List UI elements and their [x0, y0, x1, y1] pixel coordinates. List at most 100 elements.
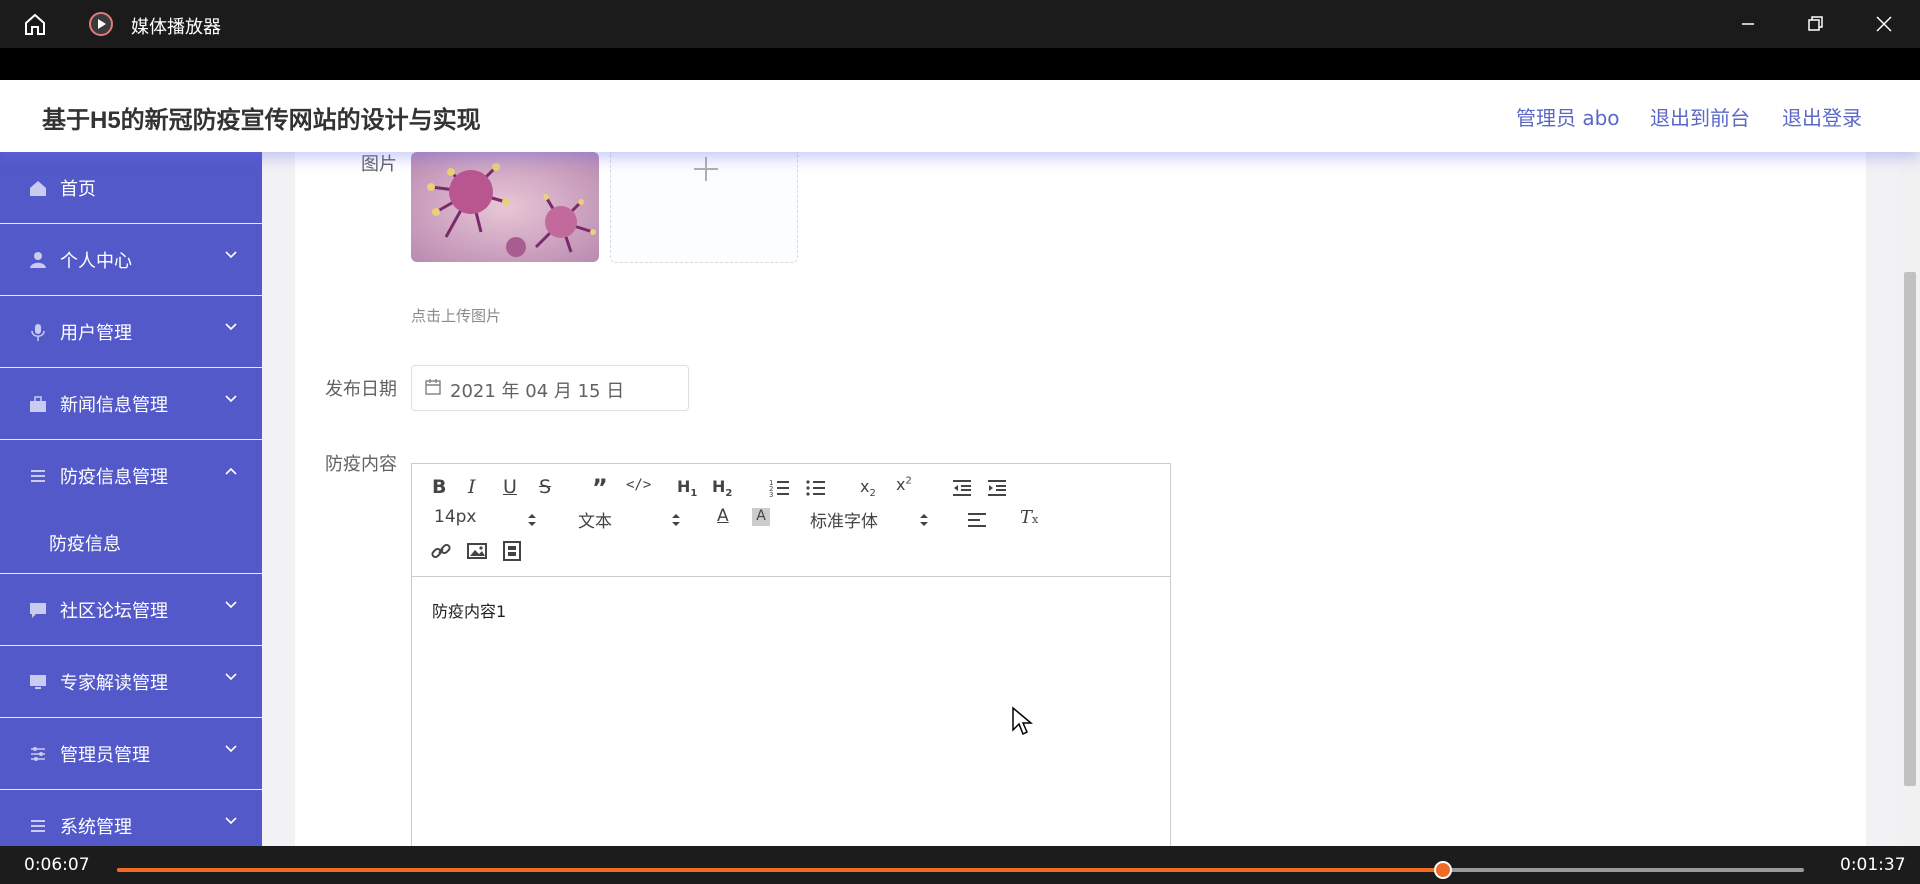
mic-icon [31, 324, 45, 341]
sidebar-item-users[interactable]: 用户管理 [0, 296, 262, 368]
sliders-icon [31, 747, 45, 761]
chevron-up-icon [225, 467, 237, 475]
plus-icon [694, 157, 718, 181]
chevron-down-icon [225, 251, 237, 259]
upload-hint: 点击上传图片 [411, 307, 502, 325]
sidebar-item-personal-center[interactable]: 个人中心 [0, 224, 262, 296]
seek-progress [117, 868, 1443, 872]
video-icon[interactable] [501, 540, 523, 562]
briefcase-icon [30, 396, 46, 412]
player-title-bar: 媒体播放器 [0, 0, 1920, 48]
select-arrows-icon [528, 514, 536, 526]
rich-text-editor[interactable]: B I U S ” </> H1 H2 123 x2 x2 14px 文本 A [411, 463, 1171, 846]
header-user-link[interactable]: 管理员 abo [1516, 102, 1620, 131]
chevron-down-icon [225, 601, 237, 609]
sidebar-item-forum[interactable]: 社区论坛管理 [0, 574, 262, 646]
font-family-select[interactable]: 标准字体 [810, 507, 878, 532]
sidebar-item-epidemic[interactable]: 防疫信息管理 防疫信息 [0, 440, 262, 574]
calendar-icon [425, 379, 441, 395]
ordered-list-icon[interactable]: 123 [769, 477, 791, 499]
person-icon [30, 252, 46, 268]
content-label: 防疫内容 [325, 454, 397, 475]
sidebar-item-home[interactable]: 首页 [0, 152, 262, 224]
video-screen: 基于H5的新冠防疫宣传网站的设计与实现 管理员 abo 退出到前台 退出登录 首… [0, 48, 1920, 846]
sidebar-item-admins[interactable]: 管理员管理 [0, 718, 262, 790]
sidebar-item-expert[interactable]: 专家解读管理 [0, 646, 262, 718]
font-color-button[interactable]: A [717, 506, 739, 528]
italic-button[interactable]: I [468, 476, 490, 498]
sidebar-item-news[interactable]: 新闻信息管理 [0, 368, 262, 440]
sidebar-item-label: 用户管理 [60, 323, 132, 344]
svg-text:3: 3 [769, 491, 773, 499]
underline-button[interactable]: U [503, 476, 525, 498]
restore-icon[interactable] [1803, 12, 1827, 36]
indent-icon[interactable] [986, 477, 1008, 499]
select-arrows-icon [920, 514, 928, 526]
seek-bar[interactable] [117, 861, 1804, 879]
editor-toolbar: B I U S ” </> H1 H2 123 x2 x2 14px 文本 A [412, 464, 1170, 577]
close-icon[interactable] [1872, 12, 1896, 36]
page-scrollbar[interactable] [1900, 152, 1920, 846]
minimize-icon[interactable] [1736, 12, 1760, 36]
current-time: 0:06:07 [24, 855, 90, 875]
sidebar-item-label: 管理员管理 [60, 745, 150, 766]
site-title: 基于H5的新冠防疫宣传网站的设计与实现 [42, 107, 481, 134]
bold-button[interactable]: B [432, 476, 454, 498]
chevron-down-icon [225, 817, 237, 825]
virus-image [411, 152, 599, 262]
sidebar: 首页 个人中心 用户管理 新闻信息管理 防疫信息管理 防疫信息 社区论坛管理 专… [0, 152, 262, 846]
sidebar-item-label: 防疫信息管理 [60, 467, 168, 488]
h1-button[interactable]: H1 [677, 477, 705, 499]
sidebar-item-label: 系统管理 [60, 817, 132, 838]
remaining-time: 0:01:37 [1840, 855, 1906, 875]
code-button[interactable]: </> [626, 477, 651, 499]
monitor-icon [30, 675, 46, 689]
chevron-down-icon [225, 395, 237, 403]
clear-format-button[interactable]: Tx [1020, 507, 1042, 529]
bullet-list-icon[interactable] [805, 477, 827, 499]
editor-content[interactable]: 防疫内容1 [432, 598, 506, 622]
home-icon[interactable] [22, 11, 48, 37]
text-format-select[interactable]: 文本 [578, 507, 612, 532]
web-page: 基于H5的新冠防疫宣传网站的设计与实现 管理员 abo 退出到前台 退出登录 首… [0, 80, 1920, 846]
strike-button[interactable]: S [539, 476, 561, 498]
seek-handle[interactable] [1433, 861, 1452, 879]
superscript-button[interactable]: x2 [896, 475, 918, 497]
font-size-select[interactable]: 14px [434, 507, 476, 527]
select-arrows-icon [672, 514, 680, 526]
player-controls: 0:06:07 0:01:37 [0, 846, 1920, 884]
chevron-down-icon [225, 323, 237, 331]
upload-add-button[interactable] [610, 152, 798, 263]
outdent-icon[interactable] [951, 477, 973, 499]
subscript-button[interactable]: x2 [860, 477, 882, 499]
list-icon [31, 820, 45, 832]
uploaded-image[interactable] [411, 152, 599, 262]
mouse-cursor-icon [1012, 706, 1033, 736]
date-picker-input[interactable]: 2021 年 04 月 15 日 [411, 365, 689, 411]
date-value: 2021 年 04 月 15 日 [450, 381, 625, 402]
h2-button[interactable]: H2 [712, 477, 740, 499]
play-app-icon [89, 12, 113, 36]
scrollbar-thumb[interactable] [1904, 272, 1916, 786]
sidebar-item-label: 首页 [60, 179, 96, 200]
quote-button[interactable]: ” [592, 474, 614, 502]
list-icon [31, 470, 45, 482]
align-left-icon[interactable] [966, 509, 988, 531]
background-color-button[interactable]: A [752, 508, 770, 526]
image-icon[interactable] [466, 540, 488, 562]
sidebar-item-label: 社区论坛管理 [60, 601, 168, 622]
sidebar-item-system[interactable]: 系统管理 [0, 790, 262, 846]
home-icon [30, 181, 46, 196]
chevron-down-icon [225, 673, 237, 681]
logout-link[interactable]: 退出登录 [1782, 102, 1862, 131]
sidebar-subitem-epidemic-info[interactable]: 防疫信息 [49, 530, 121, 556]
sidebar-item-label: 个人中心 [60, 251, 132, 272]
chevron-down-icon [225, 745, 237, 753]
link-icon[interactable] [430, 540, 452, 562]
image-label: 图片 [361, 154, 397, 175]
sidebar-item-label: 专家解读管理 [60, 673, 168, 694]
date-label: 发布日期 [325, 379, 397, 400]
player-title: 媒体播放器 [131, 17, 221, 38]
chat-icon [30, 603, 46, 618]
exit-to-frontend-link[interactable]: 退出到前台 [1650, 102, 1750, 131]
